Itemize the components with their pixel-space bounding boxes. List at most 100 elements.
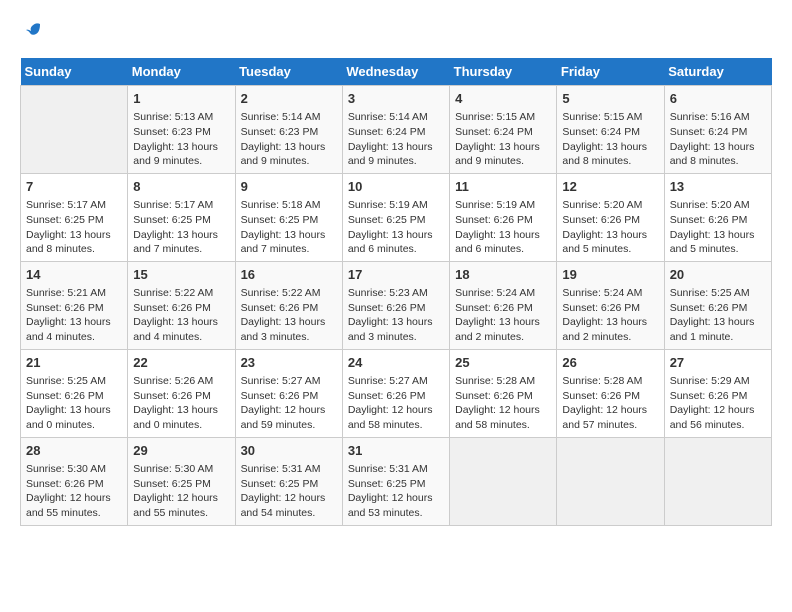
calendar-cell: 25 Sunrise: 5:28 AM Sunset: 6:26 PM Dayli… xyxy=(450,349,557,437)
calendar-cell: 17 Sunrise: 5:23 AM Sunset: 6:26 PM Dayli… xyxy=(342,261,449,349)
day-number: 10 xyxy=(348,178,444,196)
day-info: Sunrise: 5:18 AM Sunset: 6:25 PM Dayligh… xyxy=(241,198,337,257)
day-info: Sunrise: 5:31 AM Sunset: 6:25 PM Dayligh… xyxy=(348,462,444,521)
calendar-cell xyxy=(450,437,557,525)
calendar-cell: 15Sunrise: 5:22 AM Sunset: 6:26 PM Dayli… xyxy=(128,261,235,349)
day-info: Sunrise: 5:19 AM Sunset: 6:25 PM Dayligh… xyxy=(348,198,444,257)
day-number: 21 xyxy=(26,354,122,372)
day-number: 13 xyxy=(670,178,766,196)
calendar-cell: 28Sunrise: 5:30 AM Sunset: 6:26 PM Dayli… xyxy=(21,437,128,525)
calendar-week-1: 1 Sunrise: 5:13 AM Sunset: 6:23 PM Daylig… xyxy=(21,86,772,174)
day-number: 30 xyxy=(241,442,337,460)
calendar-cell: 13 Sunrise: 5:20 AM Sunset: 6:26 PM Dayli… xyxy=(664,173,771,261)
calendar-cell: 6 Sunrise: 5:16 AM Sunset: 6:24 PM Daylig… xyxy=(664,86,771,174)
day-number: 4 xyxy=(455,90,551,108)
day-info: Sunrise: 5:14 AM Sunset: 6:23 PM Dayligh… xyxy=(241,110,337,169)
day-number: 20 xyxy=(670,266,766,284)
day-info: Sunrise: 5:13 AM Sunset: 6:23 PM Dayligh… xyxy=(133,110,229,169)
day-info: Sunrise: 5:27 AM Sunset: 6:26 PM Dayligh… xyxy=(241,374,337,433)
day-info: Sunrise: 5:27 AM Sunset: 6:26 PM Dayligh… xyxy=(348,374,444,433)
day-number: 19 xyxy=(562,266,658,284)
calendar-header-tuesday: Tuesday xyxy=(235,58,342,86)
day-info: Sunrise: 5:14 AM Sunset: 6:24 PM Dayligh… xyxy=(348,110,444,169)
day-info: Sunrise: 5:25 AM Sunset: 6:26 PM Dayligh… xyxy=(670,286,766,345)
calendar-cell xyxy=(21,86,128,174)
day-number: 22 xyxy=(133,354,229,372)
day-info: Sunrise: 5:24 AM Sunset: 6:26 PM Dayligh… xyxy=(562,286,658,345)
calendar-cell: 29 Sunrise: 5:30 AM Sunset: 6:25 PM Dayli… xyxy=(128,437,235,525)
day-info: Sunrise: 5:28 AM Sunset: 6:26 PM Dayligh… xyxy=(562,374,658,433)
day-number: 27 xyxy=(670,354,766,372)
day-number: 2 xyxy=(241,90,337,108)
day-info: Sunrise: 5:17 AM Sunset: 6:25 PM Dayligh… xyxy=(26,198,122,257)
calendar-cell: 2 Sunrise: 5:14 AM Sunset: 6:23 PM Daylig… xyxy=(235,86,342,174)
calendar-week-4: 21 Sunrise: 5:25 AM Sunset: 6:26 PM Dayli… xyxy=(21,349,772,437)
day-info: Sunrise: 5:15 AM Sunset: 6:24 PM Dayligh… xyxy=(455,110,551,169)
day-info: Sunrise: 5:22 AM Sunset: 6:26 PM Dayligh… xyxy=(133,286,229,345)
day-number: 16 xyxy=(241,266,337,284)
calendar-cell: 24 Sunrise: 5:27 AM Sunset: 6:26 PM Dayli… xyxy=(342,349,449,437)
day-info: Sunrise: 5:23 AM Sunset: 6:26 PM Dayligh… xyxy=(348,286,444,345)
day-info: Sunrise: 5:20 AM Sunset: 6:26 PM Dayligh… xyxy=(670,198,766,257)
calendar-header-monday: Monday xyxy=(128,58,235,86)
calendar-cell: 9 Sunrise: 5:18 AM Sunset: 6:25 PM Daylig… xyxy=(235,173,342,261)
day-number: 17 xyxy=(348,266,444,284)
logo-bird-icon xyxy=(22,20,44,42)
day-info: Sunrise: 5:21 AM Sunset: 6:26 PM Dayligh… xyxy=(26,286,122,345)
day-info: Sunrise: 5:16 AM Sunset: 6:24 PM Dayligh… xyxy=(670,110,766,169)
calendar-cell: 12Sunrise: 5:20 AM Sunset: 6:26 PM Dayli… xyxy=(557,173,664,261)
day-number: 5 xyxy=(562,90,658,108)
day-info: Sunrise: 5:31 AM Sunset: 6:25 PM Dayligh… xyxy=(241,462,337,521)
calendar-cell: 10 Sunrise: 5:19 AM Sunset: 6:25 PM Dayli… xyxy=(342,173,449,261)
calendar-cell: 3Sunrise: 5:14 AM Sunset: 6:24 PM Daylig… xyxy=(342,86,449,174)
day-info: Sunrise: 5:15 AM Sunset: 6:24 PM Dayligh… xyxy=(562,110,658,169)
calendar-header-friday: Friday xyxy=(557,58,664,86)
calendar-table: SundayMondayTuesdayWednesdayThursdayFrid… xyxy=(20,58,772,526)
day-number: 31 xyxy=(348,442,444,460)
day-info: Sunrise: 5:19 AM Sunset: 6:26 PM Dayligh… xyxy=(455,198,551,257)
day-number: 18 xyxy=(455,266,551,284)
calendar-cell: 8 Sunrise: 5:17 AM Sunset: 6:25 PM Daylig… xyxy=(128,173,235,261)
calendar-cell: 31 Sunrise: 5:31 AM Sunset: 6:25 PM Dayli… xyxy=(342,437,449,525)
calendar-week-2: 7 Sunrise: 5:17 AM Sunset: 6:25 PM Daylig… xyxy=(21,173,772,261)
page-header xyxy=(20,20,772,42)
day-number: 8 xyxy=(133,178,229,196)
day-info: Sunrise: 5:30 AM Sunset: 6:26 PM Dayligh… xyxy=(26,462,122,521)
day-number: 29 xyxy=(133,442,229,460)
day-info: Sunrise: 5:17 AM Sunset: 6:25 PM Dayligh… xyxy=(133,198,229,257)
day-number: 14 xyxy=(26,266,122,284)
calendar-cell xyxy=(664,437,771,525)
calendar-cell: 1 Sunrise: 5:13 AM Sunset: 6:23 PM Daylig… xyxy=(128,86,235,174)
calendar-week-3: 14 Sunrise: 5:21 AM Sunset: 6:26 PM Dayli… xyxy=(21,261,772,349)
day-info: Sunrise: 5:24 AM Sunset: 6:26 PM Dayligh… xyxy=(455,286,551,345)
day-number: 25 xyxy=(455,354,551,372)
calendar-cell: 26Sunrise: 5:28 AM Sunset: 6:26 PM Dayli… xyxy=(557,349,664,437)
day-number: 12 xyxy=(562,178,658,196)
calendar-cell: 14 Sunrise: 5:21 AM Sunset: 6:26 PM Dayli… xyxy=(21,261,128,349)
calendar-cell: 5 Sunrise: 5:15 AM Sunset: 6:24 PM Daylig… xyxy=(557,86,664,174)
calendar-header-row: SundayMondayTuesdayWednesdayThursdayFrid… xyxy=(21,58,772,86)
calendar-cell: 4 Sunrise: 5:15 AM Sunset: 6:24 PM Daylig… xyxy=(450,86,557,174)
day-info: Sunrise: 5:28 AM Sunset: 6:26 PM Dayligh… xyxy=(455,374,551,433)
day-number: 9 xyxy=(241,178,337,196)
day-info: Sunrise: 5:30 AM Sunset: 6:25 PM Dayligh… xyxy=(133,462,229,521)
calendar-header-saturday: Saturday xyxy=(664,58,771,86)
calendar-cell: 20 Sunrise: 5:25 AM Sunset: 6:26 PM Dayli… xyxy=(664,261,771,349)
day-number: 7 xyxy=(26,178,122,196)
day-info: Sunrise: 5:22 AM Sunset: 6:26 PM Dayligh… xyxy=(241,286,337,345)
calendar-cell: 16 Sunrise: 5:22 AM Sunset: 6:26 PM Dayli… xyxy=(235,261,342,349)
day-info: Sunrise: 5:29 AM Sunset: 6:26 PM Dayligh… xyxy=(670,374,766,433)
day-number: 1 xyxy=(133,90,229,108)
calendar-cell: 22 Sunrise: 5:26 AM Sunset: 6:26 PM Dayli… xyxy=(128,349,235,437)
calendar-header-wednesday: Wednesday xyxy=(342,58,449,86)
day-info: Sunrise: 5:25 AM Sunset: 6:26 PM Dayligh… xyxy=(26,374,122,433)
calendar-cell: 27 Sunrise: 5:29 AM Sunset: 6:26 PM Dayli… xyxy=(664,349,771,437)
calendar-cell: 19 Sunrise: 5:24 AM Sunset: 6:26 PM Dayli… xyxy=(557,261,664,349)
day-number: 24 xyxy=(348,354,444,372)
day-number: 6 xyxy=(670,90,766,108)
logo xyxy=(20,20,44,42)
day-number: 23 xyxy=(241,354,337,372)
day-info: Sunrise: 5:26 AM Sunset: 6:26 PM Dayligh… xyxy=(133,374,229,433)
calendar-cell: 18 Sunrise: 5:24 AM Sunset: 6:26 PM Dayli… xyxy=(450,261,557,349)
calendar-cell: 11Sunrise: 5:19 AM Sunset: 6:26 PM Dayli… xyxy=(450,173,557,261)
